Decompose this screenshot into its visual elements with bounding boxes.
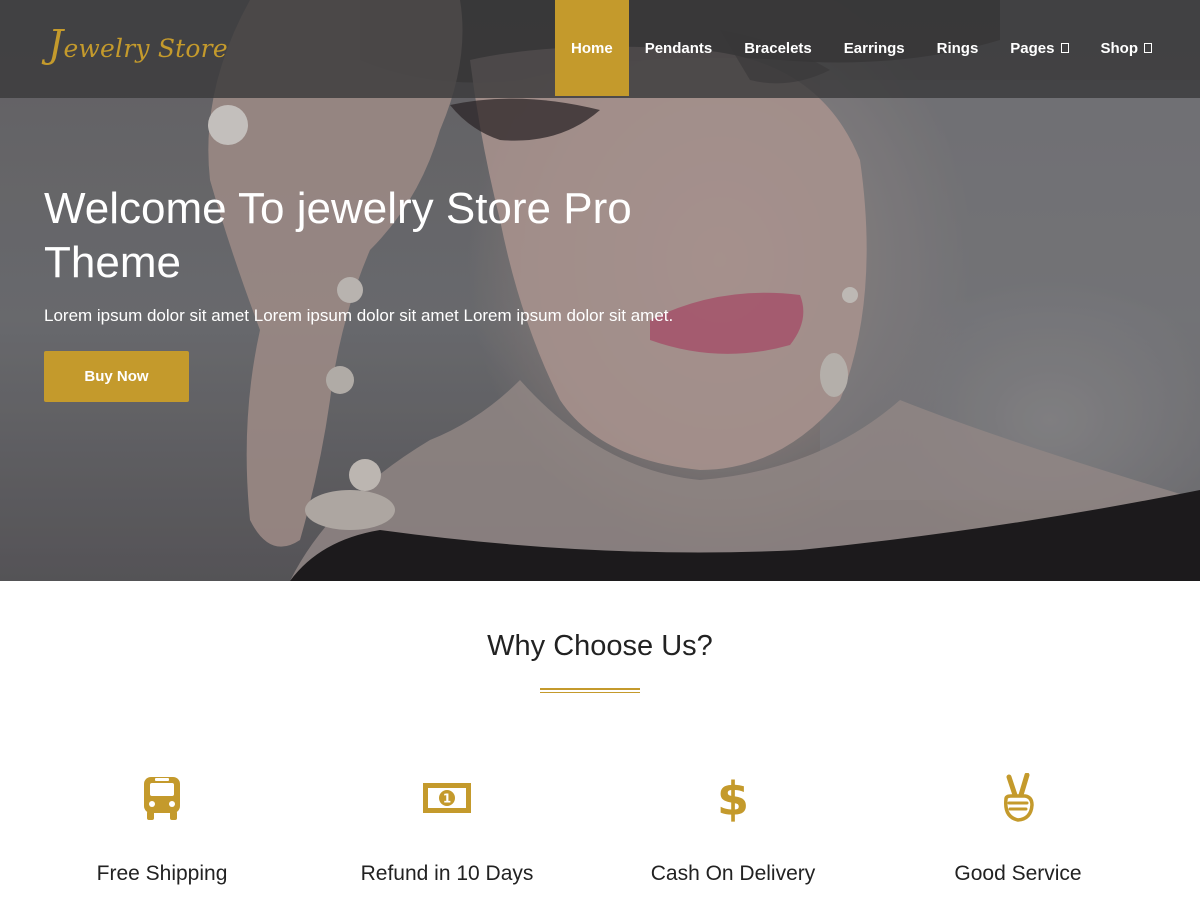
feature-cash-on-delivery: $ Cash On Delivery — [593, 770, 873, 886]
money-bill-icon: 1 — [307, 770, 587, 826]
logo-initial: J — [48, 22, 64, 66]
hero-subtitle: Lorem ipsum dolor sit amet Lorem ipsum d… — [44, 306, 674, 325]
site-logo[interactable]: Jewelry Store — [48, 22, 228, 66]
title-underline — [540, 688, 640, 693]
nav-shop-label: Shop — [1100, 39, 1139, 57]
feature-label: Free Shipping — [96, 862, 228, 885]
nav-home[interactable]: Home — [555, 0, 629, 96]
feature-good-service: Good Service — [878, 770, 1158, 886]
nav-pendants-label: Pendants — [644, 39, 713, 57]
nav-shop[interactable]: Shop — [1085, 0, 1169, 96]
feature-free-shipping: Free Shipping — [22, 770, 302, 886]
nav-pendants[interactable]: Pendants — [629, 0, 729, 96]
nav-earrings-label: Earrings — [843, 39, 905, 57]
section-title: Why Choose Us? — [487, 630, 713, 662]
peace-hand-icon — [878, 770, 1158, 826]
nav-bracelets[interactable]: Bracelets — [728, 0, 828, 96]
main-nav: Home Pendants Bracelets Earrings Rings P… — [555, 0, 1168, 96]
buy-now-button[interactable]: Buy Now — [44, 351, 189, 402]
site-header: Jewelry Store Home Pendants Bracelets Ea… — [0, 0, 1200, 98]
dropdown-caret-icon — [1144, 43, 1152, 53]
hero-banner: Jewelry Store Home Pendants Bracelets Ea… — [0, 0, 1200, 581]
dollar-icon: $ — [593, 770, 873, 826]
nav-earrings[interactable]: Earrings — [828, 0, 921, 96]
feature-label: Cash On Delivery — [650, 862, 816, 885]
feature-refund: 1 Refund in 10 Days — [307, 770, 587, 886]
svg-text:1: 1 — [443, 792, 451, 806]
nav-rings-label: Rings — [936, 39, 979, 57]
feature-label: Good Service — [954, 862, 1082, 885]
buy-now-label: Buy Now — [84, 368, 149, 385]
nav-home-label: Home — [571, 39, 613, 57]
features-row: Free Shipping 1 Refund in 10 Days $ Cash… — [0, 770, 1200, 900]
feature-label: Refund in 10 Days — [360, 862, 534, 885]
dropdown-caret-icon — [1060, 43, 1069, 53]
nav-bracelets-label: Bracelets — [744, 39, 812, 57]
nav-rings[interactable]: Rings — [921, 0, 995, 96]
nav-pages[interactable]: Pages — [994, 0, 1084, 96]
logo-text: ewelry Store — [63, 34, 228, 63]
svg-text:$: $ — [717, 773, 749, 823]
bus-icon — [22, 770, 302, 826]
hero-title: Welcome To jewelry Store Pro Theme — [44, 184, 632, 287]
nav-pages-label: Pages — [1010, 39, 1055, 57]
